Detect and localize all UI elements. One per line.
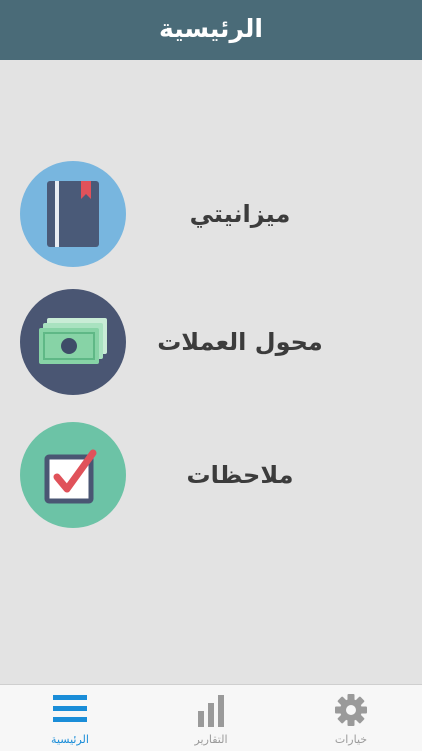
- gear-icon: [335, 694, 367, 726]
- menu-item-budget[interactable]: ميزانيتي: [0, 161, 422, 271]
- tab-reports[interactable]: التقارير: [161, 685, 261, 751]
- checkbox-icon: [44, 449, 97, 504]
- budget-book-icon: [47, 181, 99, 247]
- tab-home-label: الرئيسية: [51, 733, 89, 746]
- hamburger-menu-icon: [53, 695, 87, 722]
- notes-icon-circle[interactable]: [20, 422, 126, 528]
- currency-icon-circle[interactable]: [20, 289, 126, 395]
- money-bills-icon: [39, 318, 107, 364]
- tab-reports-label: التقارير: [194, 733, 228, 746]
- currency-converter-label[interactable]: محول العملات: [140, 289, 340, 395]
- tab-options[interactable]: خيارات: [301, 685, 401, 751]
- menu-item-currency-converter[interactable]: محول العملات: [0, 289, 422, 399]
- tab-home[interactable]: الرئيسية: [20, 685, 120, 751]
- tab-bar: الرئيسية التقارير خيارات: [0, 684, 422, 751]
- tab-options-label: خيارات: [334, 733, 368, 746]
- budget-label[interactable]: ميزانيتي: [140, 161, 340, 267]
- bar-chart-icon: [198, 695, 224, 727]
- budget-icon-circle[interactable]: [20, 161, 126, 267]
- menu-item-notes[interactable]: ملاحظات: [0, 422, 422, 532]
- page-title: الرئيسية: [159, 13, 263, 43]
- app-header: الرئيسية: [0, 0, 422, 60]
- notes-label[interactable]: ملاحظات: [140, 422, 340, 528]
